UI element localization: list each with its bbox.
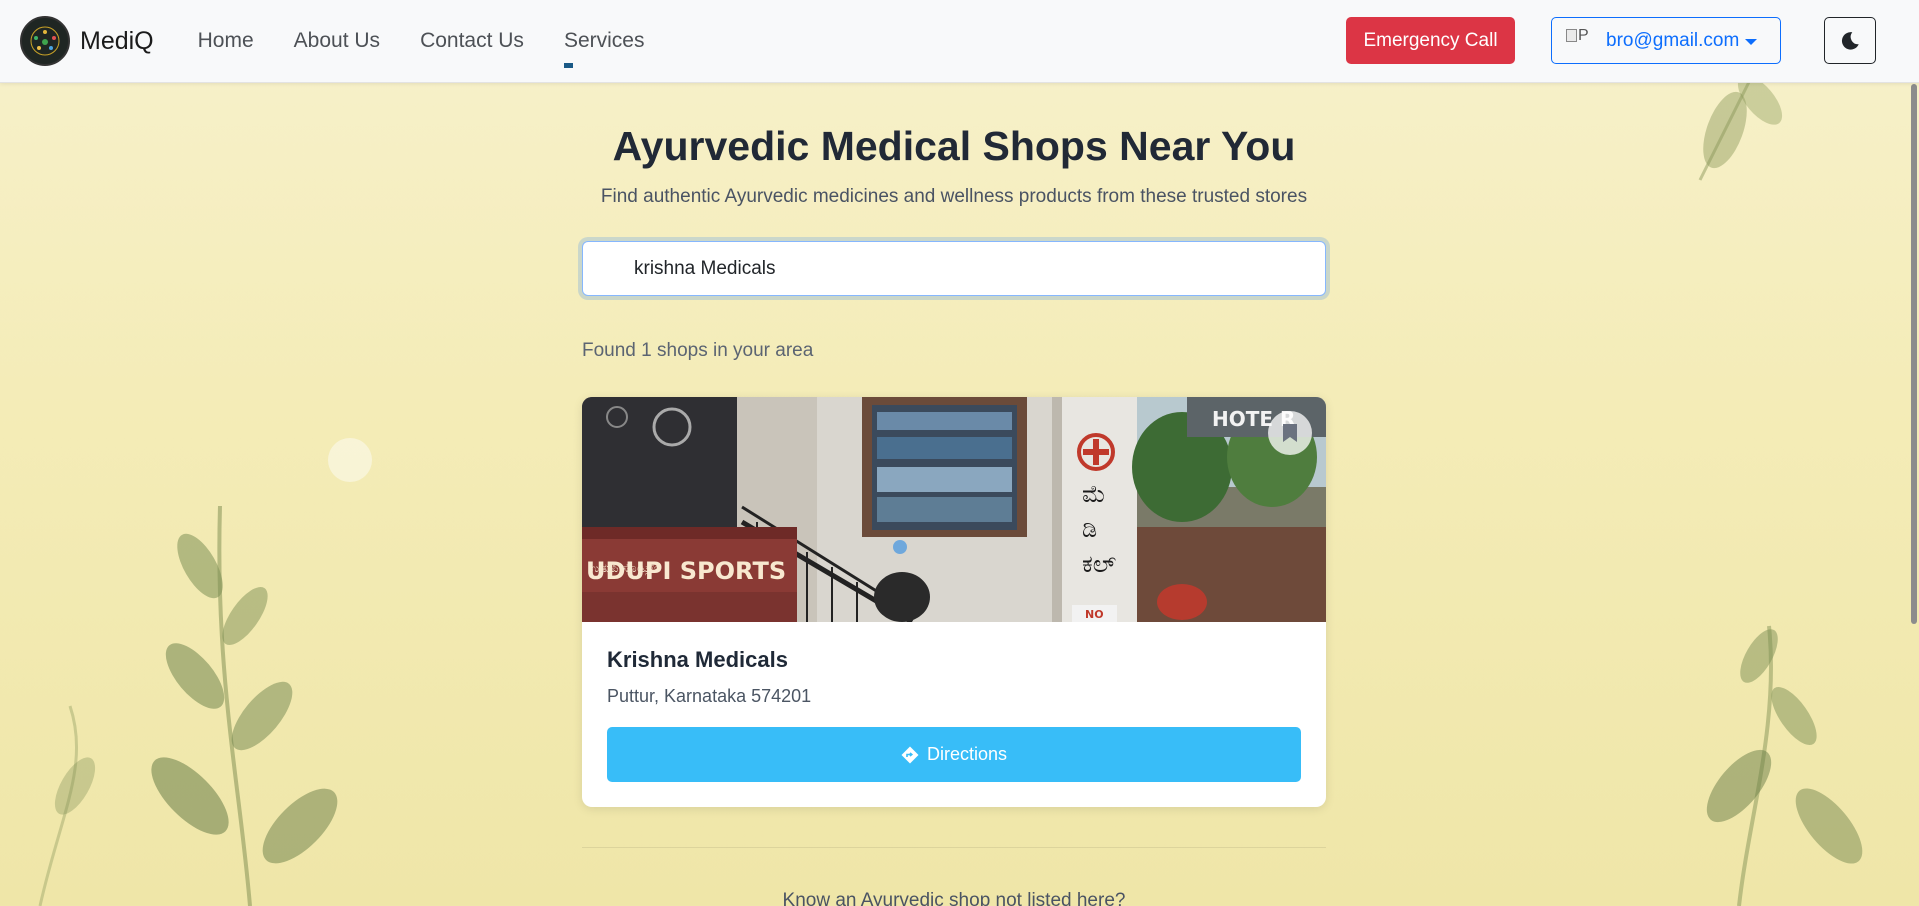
scrollbar-thumb[interactable] bbox=[1911, 84, 1917, 624]
directions-icon bbox=[901, 746, 919, 763]
bookmark-icon bbox=[1283, 424, 1297, 442]
shop-address: Puttur, Karnataka 574201 bbox=[607, 686, 812, 706]
caret-down-icon bbox=[1745, 38, 1758, 45]
brand-name: MediQ bbox=[80, 26, 154, 55]
page-title: Ayurvedic Medical Shops Near You bbox=[612, 123, 1296, 169]
directions-label: Directions bbox=[926, 744, 1008, 764]
theme-toggle-button[interactable] bbox=[1824, 17, 1876, 64]
top-navbar: MediQ Home About Us Contact Us Services … bbox=[0, 0, 1919, 83]
nav-link-about-us[interactable]: About Us bbox=[274, 29, 400, 53]
page-subtitle: Find authentic Ayurvedic medicines and w… bbox=[600, 186, 1308, 207]
results-count: Found 1 shops in your area bbox=[582, 340, 814, 361]
nav-link-services[interactable]: Services bbox=[544, 29, 665, 68]
shop-photo: ಉಡುಪಿ ಸ್ಪೋರ್ಟ್ಸ್ UDUPI SPORTS ಮೆ ಡಿ ಕಲ್ … bbox=[582, 397, 1326, 622]
svg-text:ಡಿ: ಡಿ bbox=[1082, 515, 1097, 543]
brand[interactable]: MediQ bbox=[20, 16, 154, 66]
moon-icon bbox=[1841, 31, 1859, 50]
user-dropdown-button[interactable]: P bro@gmail.com bbox=[1551, 17, 1781, 64]
suggest-shop-prompt: Know an Ayurvedic shop not listed here? bbox=[782, 890, 1126, 906]
svg-text:ಮೆ: ಮೆ bbox=[1082, 480, 1106, 508]
nav-link-contact-us[interactable]: Contact Us bbox=[400, 29, 544, 53]
photo-no-sign-text: NO bbox=[1085, 608, 1104, 621]
search-input[interactable] bbox=[583, 242, 1325, 295]
search-box bbox=[582, 241, 1326, 296]
user-avatar-alt: P bbox=[1578, 26, 1589, 44]
nav-links: Home About Us Contact Us Services bbox=[178, 29, 665, 68]
page-scrollbar[interactable] bbox=[1908, 84, 1919, 906]
shop-card: ಉಡುಪಿ ಸ್ಪೋರ್ಟ್ಸ್ UDUPI SPORTS ಮೆ ಡಿ ಕಲ್ … bbox=[582, 397, 1326, 807]
svg-text:ಕಲ್: ಕಲ್ bbox=[1082, 550, 1116, 578]
nav-link-home[interactable]: Home bbox=[178, 29, 274, 53]
user-avatar: P bbox=[1566, 27, 1596, 55]
photo-sign-text: UDUPI SPORTS bbox=[586, 557, 786, 585]
brand-logo-icon bbox=[20, 16, 70, 66]
directions-button[interactable]: Directions bbox=[607, 727, 1301, 782]
user-email: bro@gmail.com bbox=[1606, 29, 1740, 51]
broken-image-icon bbox=[1566, 28, 1577, 42]
bookmark-button[interactable] bbox=[1268, 411, 1312, 455]
emergency-call-button[interactable]: Emergency Call bbox=[1346, 17, 1515, 64]
shop-name: Krishna Medicals bbox=[607, 647, 788, 672]
divider bbox=[582, 847, 1326, 848]
